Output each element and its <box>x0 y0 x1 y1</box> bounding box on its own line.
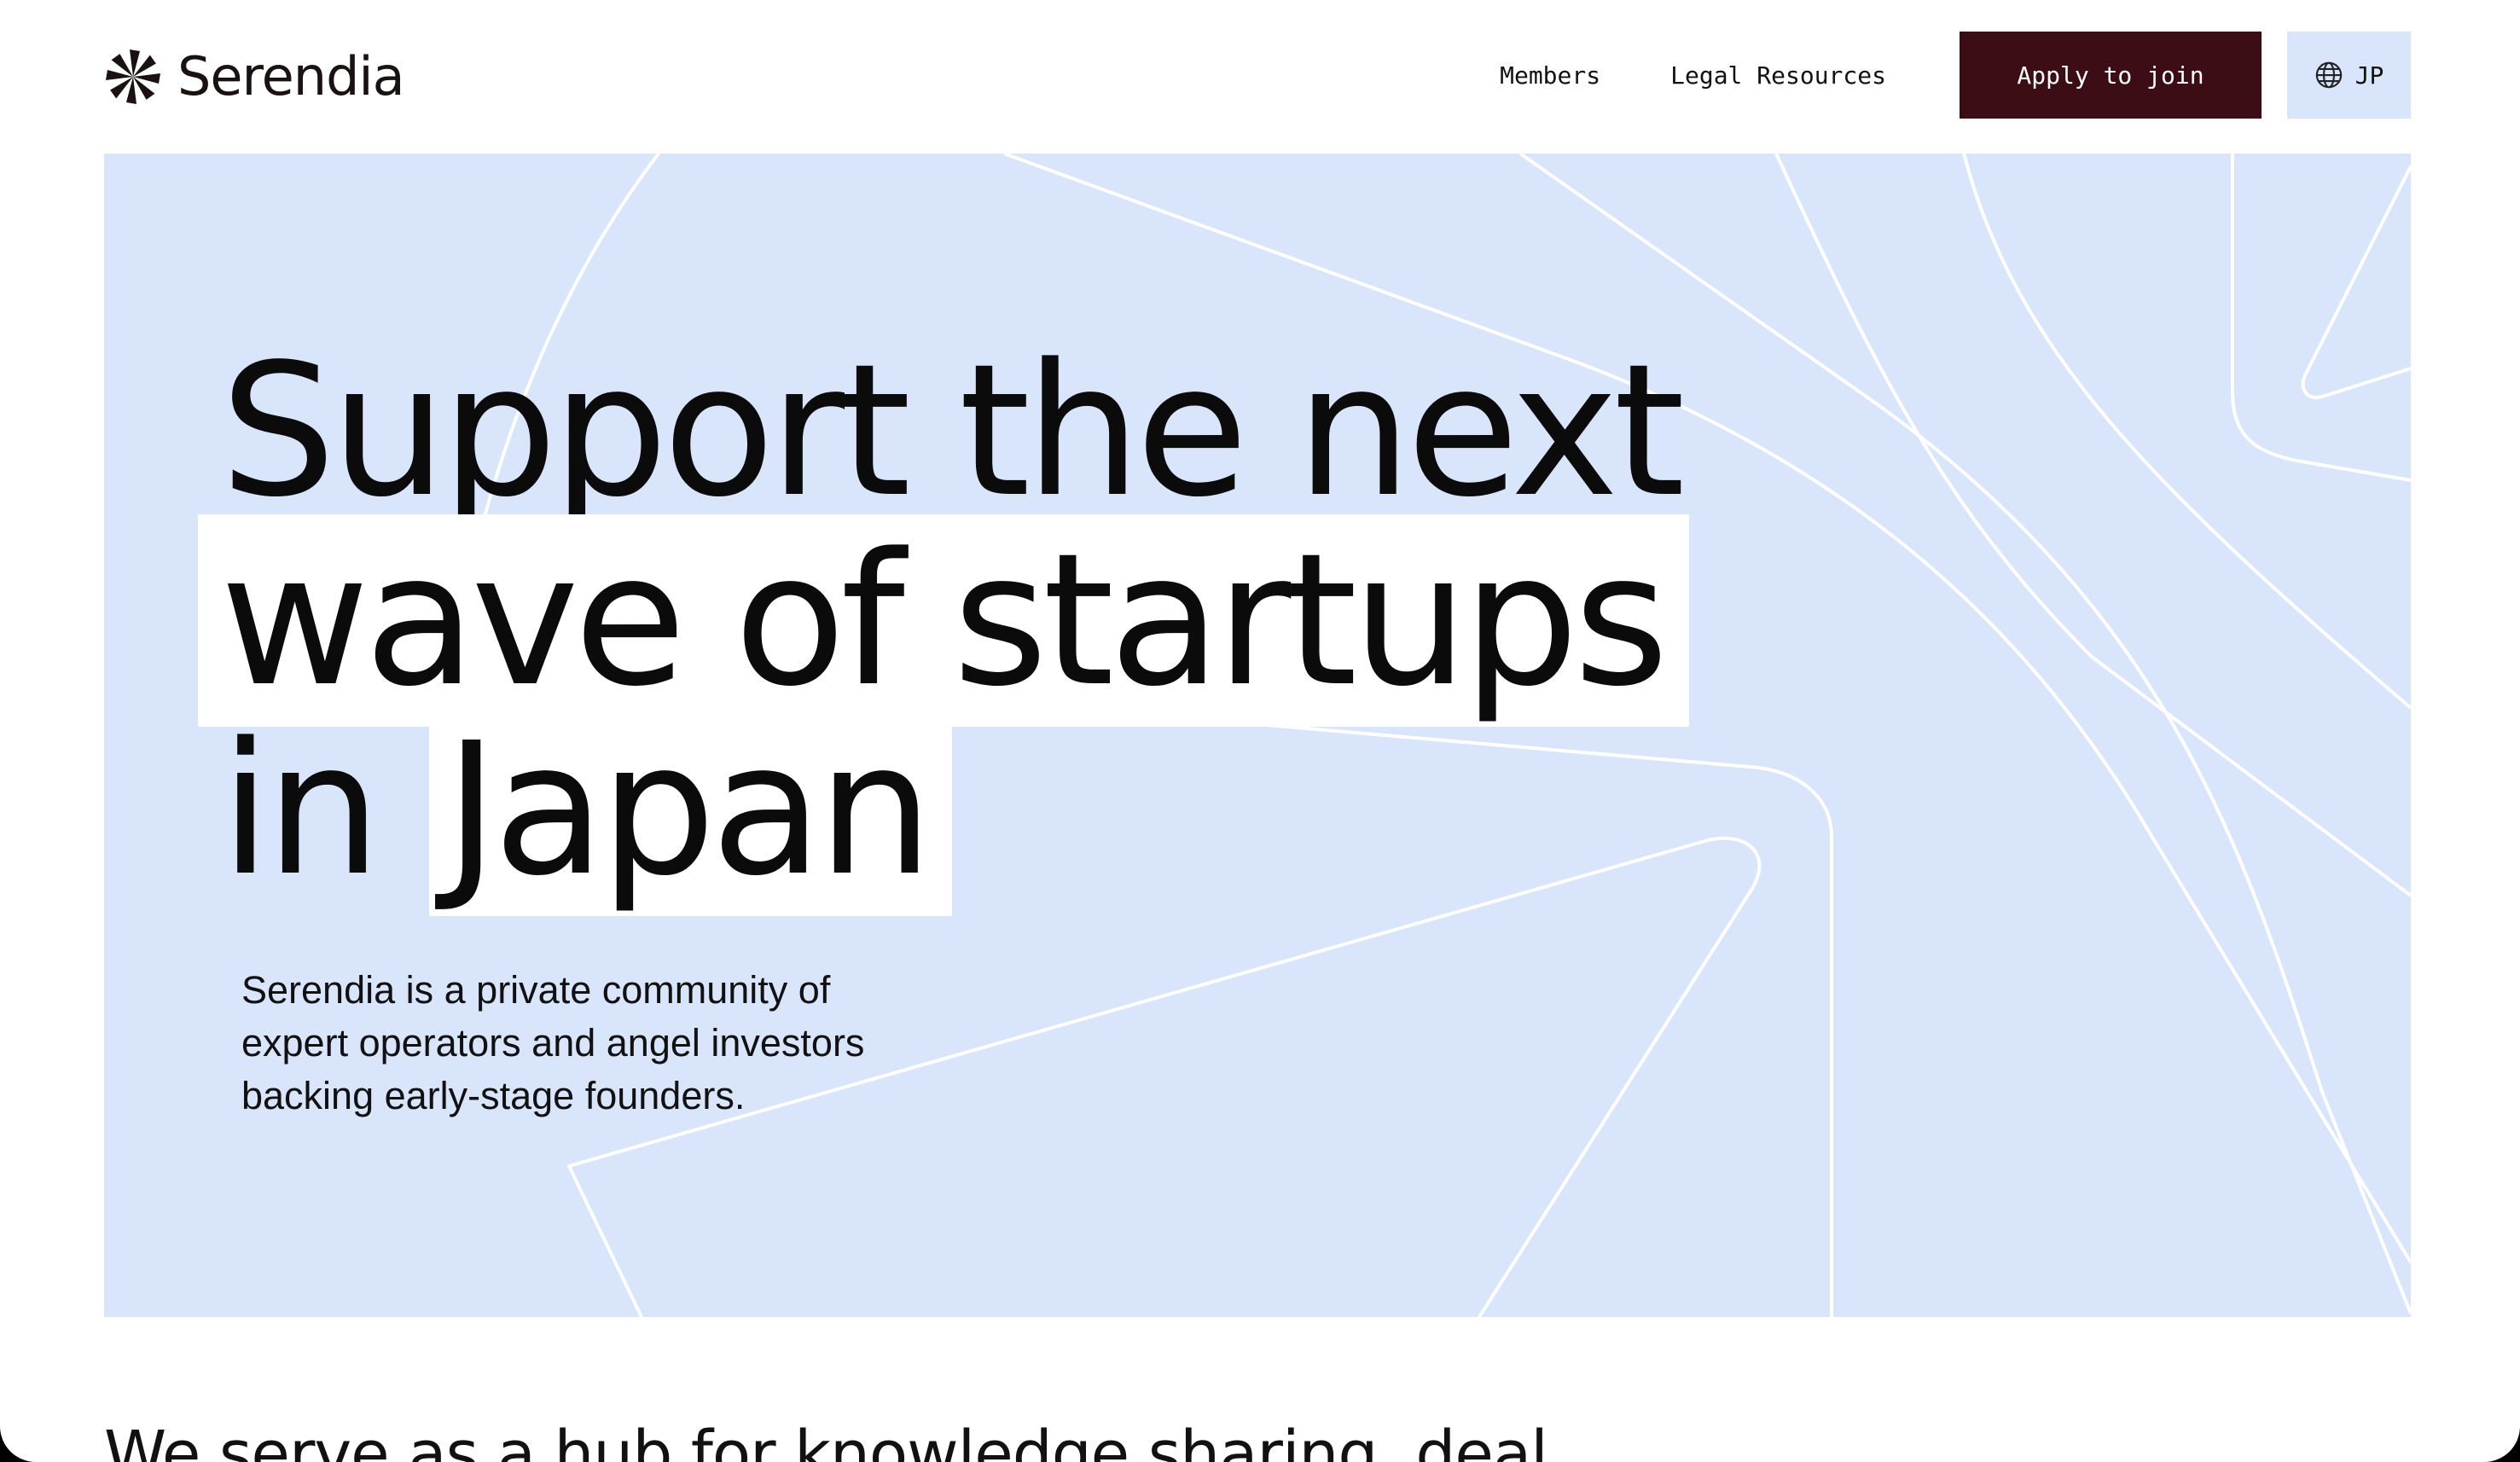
language-switch-button[interactable]: JP <box>2287 32 2411 119</box>
headline-line-3-prefix: in <box>220 704 381 916</box>
headline-line-2: wave of startups <box>198 514 1690 727</box>
headline-line-1: Support the next <box>220 325 1685 537</box>
headline-highlight-word: Japan <box>429 704 952 916</box>
language-label: JP <box>2355 61 2384 90</box>
headline-line-3-wrapper: in Japan <box>220 704 1689 916</box>
brand-name: Serendia <box>177 45 405 107</box>
section-heading: We serve as a hub for knowledge sharing,… <box>104 1418 1548 1462</box>
page: Serendia Members Legal Resources Apply t… <box>0 0 2520 1462</box>
hero-headline: Support the next wave of startups in Jap… <box>198 325 1690 916</box>
nav-link-members[interactable]: Members <box>1500 61 1600 90</box>
logo-link[interactable]: Serendia <box>104 44 405 109</box>
hero-section: Support the next wave of startups in Jap… <box>104 154 2411 1317</box>
nav-link-legal-resources[interactable]: Legal Resources <box>1670 61 1886 90</box>
apply-to-join-button[interactable]: Apply to join <box>1960 32 2262 119</box>
globe-icon <box>2315 61 2342 89</box>
headline-line-2-wrapper: wave of startups <box>198 514 1690 727</box>
pinwheel-icon <box>106 49 160 104</box>
top-nav: Members Legal Resources Apply to join JP <box>1500 32 2411 119</box>
hero-description: Serendia is a private community of exper… <box>241 968 865 1117</box>
